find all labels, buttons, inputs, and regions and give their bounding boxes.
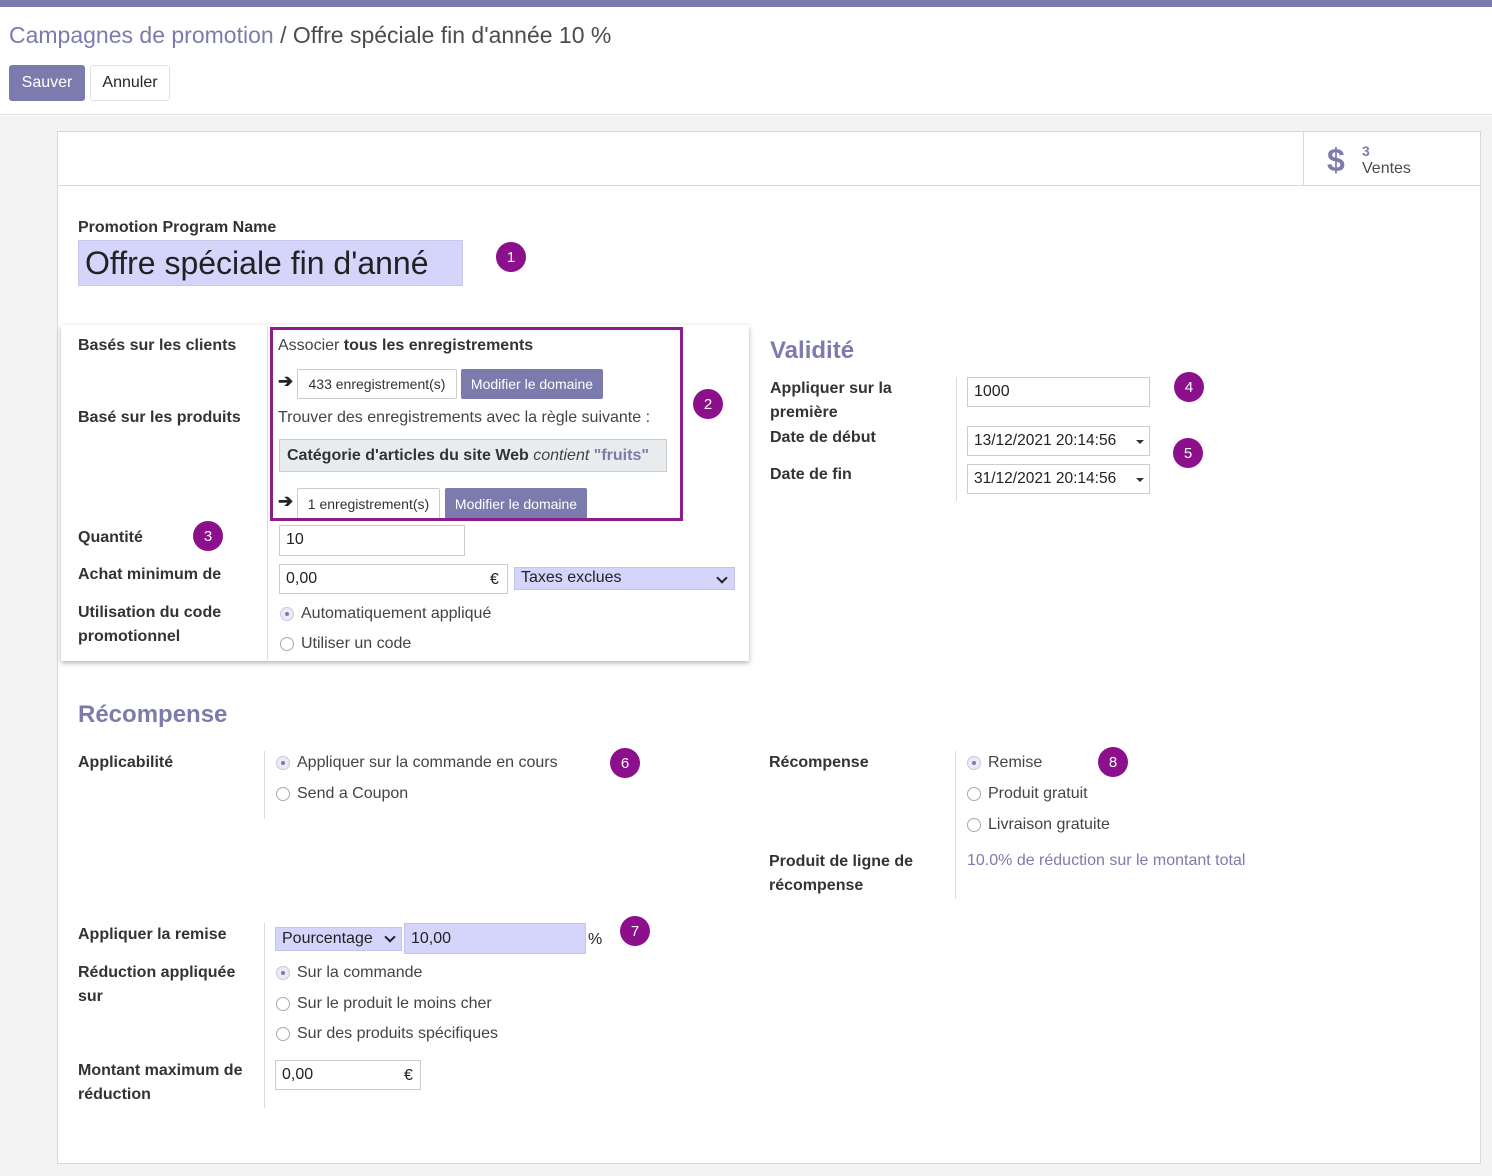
caret-down-icon[interactable]: [1136, 440, 1144, 444]
validity-divider: [956, 377, 957, 501]
code-usage-code-label: Utiliser un code: [301, 635, 412, 652]
program-name-label: Promotion Program Name: [78, 219, 277, 236]
applied-on-specific-label: Sur des produits spécifiques: [297, 1025, 498, 1042]
reward-free-product-label: Produit gratuit: [988, 785, 1088, 802]
start-date-label: Date de début: [770, 429, 876, 446]
code-usage-auto-label: Automatiquement appliqué: [301, 605, 492, 622]
customers-label: Basés sur les clients: [78, 337, 237, 354]
reward-discount-radio[interactable]: [967, 756, 981, 770]
annotation-highlight-box: [270, 327, 683, 521]
max-amount-label-line1: Montant maximum de: [78, 1062, 243, 1079]
dollar-icon: $: [1327, 142, 1345, 178]
annotation-badge-5: 5: [1173, 438, 1203, 468]
start-date-input[interactable]: 13/12/2021 20:14:56: [967, 426, 1150, 456]
applicability-divider: [264, 751, 265, 819]
min-purchase-input[interactable]: 0,00: [279, 564, 508, 594]
applicability-current-order-label: Appliquer sur la commande en cours: [297, 754, 558, 771]
percent-sign: %: [588, 931, 603, 948]
annotation-badge-1: 1: [496, 242, 526, 272]
applied-on-cheapest-radio[interactable]: [276, 997, 290, 1011]
max-amount-input[interactable]: 0,00: [275, 1060, 421, 1090]
reward-line-label-line1: Produit de ligne de: [769, 853, 914, 870]
reward-line-label-line2: récompense: [769, 877, 864, 894]
products-label: Basé sur les produits: [78, 409, 241, 426]
discount-value-input[interactable]: 10,00: [404, 923, 586, 954]
cancel-button[interactable]: Annuler: [90, 65, 170, 101]
rules-divider: [267, 327, 268, 660]
applicability-coupon-label: Send a Coupon: [297, 785, 409, 802]
annotation-badge-2: 2: [693, 389, 723, 419]
annotation-badge-3: 3: [193, 521, 223, 551]
sales-count: 3: [1362, 143, 1370, 159]
tax-mode-select[interactable]: Taxes exclues: [514, 567, 735, 590]
quantity-label: Quantité: [78, 529, 143, 546]
currency-symbol: €: [490, 571, 499, 588]
annotation-badge-7: 7: [620, 916, 650, 946]
annotation-badge-6: 6: [610, 748, 640, 778]
breadcrumb-current: Offre spéciale fin d'année 10 %: [292, 22, 612, 48]
code-usage-label-line2: promotionnel: [78, 628, 181, 645]
apply-discount-label: Appliquer la remise: [78, 926, 227, 943]
applied-on-order-label: Sur la commande: [297, 964, 423, 981]
breadcrumb-parent-link[interactable]: Campagnes de promotion: [9, 22, 274, 48]
program-name-input[interactable]: Offre spéciale fin d'anné: [78, 240, 463, 286]
max-amount-currency: €: [404, 1067, 413, 1084]
reward-title: Récompense: [78, 701, 228, 728]
reward-type-label: Récompense: [769, 754, 869, 771]
code-usage-code-radio[interactable]: [280, 637, 294, 651]
sales-label: Ventes: [1362, 160, 1411, 177]
applicability-label: Applicabilité: [78, 754, 174, 771]
breadcrumb: Campagnes de promotion / Offre spéciale …: [9, 22, 611, 49]
reward-free-shipping-label: Livraison gratuite: [988, 816, 1110, 833]
end-date-label: Date de fin: [770, 466, 852, 483]
top-navbar: [0, 0, 1492, 7]
max-amount-label-line2: réduction: [78, 1086, 151, 1103]
save-button[interactable]: Sauver: [9, 65, 85, 101]
code-usage-label-line1: Utilisation du code: [78, 604, 222, 621]
reward-divider: [955, 751, 956, 899]
reward-free-product-radio[interactable]: [967, 787, 981, 801]
caret-down-icon[interactable]: [1136, 478, 1144, 482]
annotation-badge-4: 4: [1174, 372, 1204, 402]
applicability-current-order-radio[interactable]: [276, 756, 290, 770]
apply-first-label-line2: première: [770, 404, 838, 421]
end-date-input[interactable]: 31/12/2021 20:14:56: [967, 464, 1150, 494]
applied-on-label-line1: Réduction appliquée: [78, 964, 236, 981]
reward-free-shipping-radio[interactable]: [967, 818, 981, 832]
reward-discount-label: Remise: [988, 754, 1043, 771]
breadcrumb-separator: /: [280, 22, 287, 48]
apply-first-input[interactable]: 1000: [967, 377, 1150, 407]
min-purchase-label: Achat minimum de: [78, 566, 222, 583]
button-box: [57, 131, 1481, 186]
quantity-input[interactable]: 10: [279, 525, 465, 556]
apply-first-label-line1: Appliquer sur la: [770, 380, 892, 397]
applicability-coupon-radio[interactable]: [276, 787, 290, 801]
applied-on-order-radio[interactable]: [276, 966, 290, 980]
code-usage-auto-radio[interactable]: [280, 607, 294, 621]
applied-on-cheapest-label: Sur le produit le moins cher: [297, 995, 492, 1012]
discount-divider: [264, 923, 265, 1108]
applied-on-label-line2: sur: [78, 988, 103, 1005]
annotation-badge-8: 8: [1098, 747, 1128, 777]
applied-on-specific-radio[interactable]: [276, 1027, 290, 1041]
discount-type-select[interactable]: Pourcentage: [275, 927, 402, 951]
validity-title: Validité: [770, 337, 855, 364]
reward-line-value: 10.0% de réduction sur le montant total: [967, 852, 1246, 869]
